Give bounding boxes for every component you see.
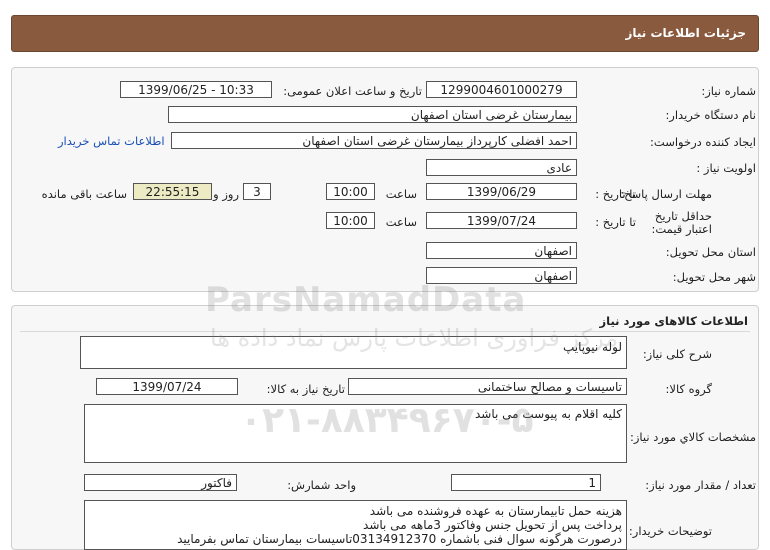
watermark-brand: ParsNamadData [205, 280, 527, 320]
validity-time-label: ساعت [385, 215, 417, 229]
deadline-days-field: 3 [243, 183, 271, 200]
creator-label: ایجاد کننده درخواست: [650, 135, 756, 149]
need-date-field: 1399/07/24 [96, 378, 238, 395]
buyer-label: نام دستگاه خریدار: [665, 108, 756, 122]
quantity-field: 1 [451, 474, 601, 491]
notes-line: هزینه حمل تابیمارستان به عهده فروشنده می… [369, 504, 622, 518]
notes-line: پرداخت پس از تحویل جنس وفاکتور 3ماهه می … [363, 518, 622, 532]
need-info-panel [11, 67, 759, 292]
watermark-tagline: مرکز فراوری اطلاعات پارس نماد داده ها [210, 324, 619, 352]
validity-date-field: 1399/07/24 [426, 212, 577, 229]
group-label: گروه کالا: [665, 382, 712, 396]
need-date-label: تاریخ نیاز به کالا: [266, 382, 345, 396]
announce-date-label: تاریخ و ساعت اعلان عمومی: [283, 84, 422, 98]
province-field: اصفهان [426, 242, 577, 259]
notes-field: هزینه حمل تابیمارستان به عهده فروشنده می… [84, 500, 627, 550]
validity-to-date-label: تا تاریخ : [595, 215, 636, 229]
creator-field: احمد افضلی کارپرداز بیمارستان غرضی استان… [171, 132, 577, 149]
group-field: تاسیسات و مصالح ساختمانی [348, 378, 627, 395]
deadline-to-date-label: تا تاریخ : [595, 187, 636, 201]
specs-label: مشخصات کالاي مورد نیاز: [629, 430, 756, 444]
province-label: استان محل تحویل: [665, 245, 756, 259]
deadline-days-label: روز و [213, 187, 239, 201]
notes-label: توضیحات خریدار: [628, 524, 712, 538]
validity-time-field: 10:00 [326, 212, 375, 229]
quantity-label: تعداد / مقدار مورد نیاز: [645, 478, 756, 492]
need-number-label: شماره نیاز: [701, 84, 756, 98]
deadline-remaining-field: 22:55:15 [133, 183, 212, 200]
deadline-remaining-label: ساعت باقی مانده [41, 187, 127, 201]
need-number-field: 1299004601000279 [426, 81, 577, 98]
watermark-phone: ۰۲۱-۸۸۳۴۹۶۷۰-۵ [240, 400, 534, 441]
city-label: شهر محل تحویل: [672, 270, 756, 284]
validity-label: حداقل تاریخ اعتبار قیمت: [651, 209, 713, 236]
deadline-date-field: 1399/06/29 [426, 183, 577, 200]
announce-date-field: 1399/06/25 - 10:33 [120, 81, 272, 98]
deadline-time-label: ساعت [385, 187, 417, 201]
unit-field: فاکتور [84, 474, 237, 491]
unit-label: واحد شمارش: [287, 478, 356, 492]
buyer-contact-link[interactable]: اطلاعات تماس خریدار [58, 134, 165, 148]
summary-label: شرح کلی نیاز: [642, 347, 712, 361]
deadline-time-field: 10:00 [326, 183, 375, 200]
priority-field: عادی [426, 159, 577, 176]
buyer-field: بیمارستان غرضی استان اصفهان [168, 106, 577, 123]
page-title: جزئیات اطلاعات نیاز [625, 26, 746, 40]
goods-section-title: اطلاعات کالاهای مورد نیاز [599, 314, 748, 328]
priority-label: اولویت نیاز : [696, 161, 756, 175]
notes-line: درصورت هرگونه سوال فنی باشماره 031349123… [177, 532, 622, 546]
page-header: جزئیات اطلاعات نیاز [11, 15, 759, 52]
